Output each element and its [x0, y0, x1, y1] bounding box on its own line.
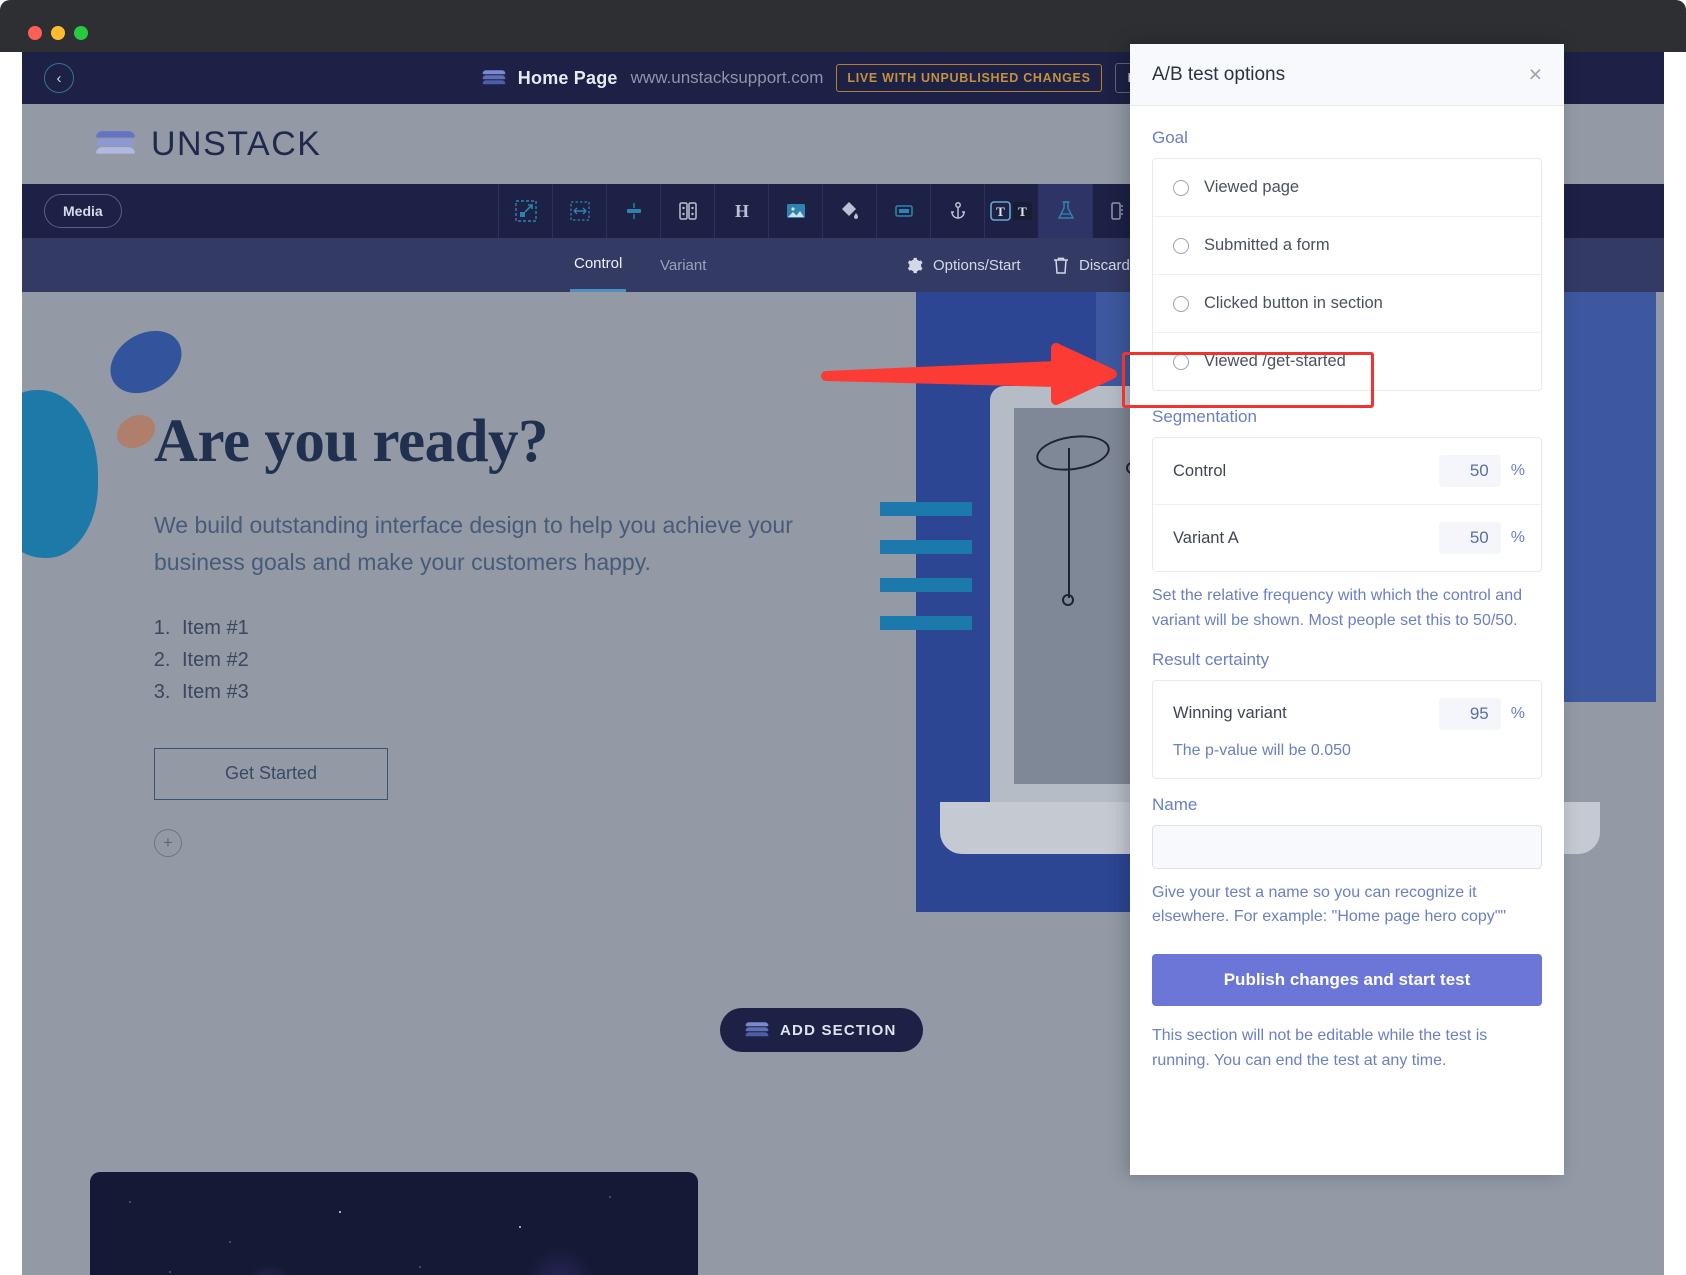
- stack-logo-icon: [97, 129, 134, 160]
- page-title: Home Page: [518, 68, 618, 89]
- stack-logo-icon: [483, 69, 505, 87]
- radio-icon[interactable]: [1173, 296, 1189, 312]
- get-started-button[interactable]: Get Started: [154, 748, 388, 800]
- svg-text:H: H: [734, 201, 748, 221]
- panel-footer-note: This section will not be editable while …: [1152, 1024, 1542, 1074]
- goal-option-clicked-button[interactable]: Clicked button in section: [1153, 275, 1541, 333]
- tab-control[interactable]: Control: [570, 238, 626, 292]
- segmentation-row-variant-a: Variant A %: [1153, 505, 1541, 571]
- media-button[interactable]: Media: [44, 194, 122, 228]
- hero-title: Are you ready?: [154, 407, 794, 477]
- button-icon[interactable]: [876, 184, 930, 238]
- site-logo: UNSTACK: [97, 125, 321, 164]
- decorative-blob: [99, 318, 193, 406]
- list-item: Item #1: [176, 612, 794, 644]
- goal-option-label: Viewed /get-started: [1204, 352, 1346, 371]
- segmentation-card: Control % Variant A %: [1152, 437, 1542, 572]
- image-icon[interactable]: [768, 184, 822, 238]
- plus-circle-icon[interactable]: +: [154, 829, 182, 857]
- add-section-label: ADD SECTION: [780, 1022, 897, 1039]
- panel-header: A/B test options ×: [1130, 44, 1564, 106]
- goal-option-label: Submitted a form: [1204, 236, 1330, 255]
- discard-label: Discard: [1079, 257, 1130, 274]
- options-start-button[interactable]: Options/Start: [905, 238, 1021, 292]
- segmentation-help-text: Set the relative frequency with which th…: [1152, 584, 1542, 634]
- heading-icon[interactable]: H: [714, 184, 768, 238]
- hero-subtitle: We build outstanding interface design to…: [154, 507, 794, 582]
- ab-test-options-panel: A/B test options × Goal Viewed page Subm…: [1130, 44, 1564, 1175]
- winning-variant-row: Winning variant %: [1173, 681, 1525, 730]
- decorative-blob: [22, 390, 98, 558]
- radio-icon[interactable]: [1173, 238, 1189, 254]
- panel-body: Goal Viewed page Submitted a form Clicke…: [1130, 106, 1564, 1074]
- radio-icon[interactable]: [1173, 354, 1189, 370]
- percent-symbol: %: [1511, 705, 1525, 723]
- segmentation-row-label: Variant A: [1173, 529, 1239, 548]
- test-name-input[interactable]: [1152, 825, 1542, 869]
- svg-text:T: T: [996, 204, 1005, 219]
- goal-option-viewed-page[interactable]: Viewed page: [1153, 159, 1541, 217]
- name-label: Name: [1152, 795, 1542, 815]
- goal-options-card: Viewed page Submitted a form Clicked but…: [1152, 158, 1542, 391]
- status-badge: LIVE WITH UNPUBLISHED CHANGES: [836, 64, 1101, 92]
- trash-icon: [1052, 256, 1070, 275]
- result-certainty-card: Winning variant % The p-value will be 0.…: [1152, 680, 1542, 779]
- close-window-button[interactable]: [28, 26, 42, 40]
- list-item: Item #2: [176, 644, 794, 676]
- segmentation-label: Segmentation: [1152, 407, 1542, 427]
- percent-symbol: %: [1511, 529, 1525, 547]
- anchor-icon[interactable]: [930, 184, 984, 238]
- goal-option-submitted-form[interactable]: Submitted a form: [1153, 217, 1541, 275]
- ab-test-flask-icon[interactable]: [1038, 184, 1092, 238]
- options-start-label: Options/Start: [933, 257, 1021, 274]
- page-url: www.unstacksupport.com: [631, 68, 824, 88]
- resize-section-icon[interactable]: [498, 184, 552, 238]
- name-help-text: Give your test a name so you can recogni…: [1152, 881, 1542, 931]
- goal-option-viewed-get-started[interactable]: Viewed /get-started: [1153, 333, 1541, 390]
- radio-icon[interactable]: [1173, 180, 1189, 196]
- red-arrow-annotation: [820, 330, 1120, 410]
- winning-variant-percent-input[interactable]: [1439, 698, 1501, 730]
- publish-and-start-test-button[interactable]: Publish changes and start test: [1152, 954, 1542, 1006]
- add-section-button[interactable]: ADD SECTION: [720, 1008, 923, 1052]
- goal-option-label: Clicked button in section: [1204, 294, 1383, 313]
- percent-symbol: %: [1511, 462, 1525, 480]
- toolbar-icon-group: H TT: [498, 184, 1146, 238]
- columns-icon[interactable]: [660, 184, 714, 238]
- maximize-window-button[interactable]: [74, 26, 88, 40]
- brand-name: UNSTACK: [151, 125, 321, 164]
- app-window: ‹ Home Page www.unstacksupport.com LIVE …: [0, 0, 1686, 1275]
- minimize-window-button[interactable]: [51, 26, 65, 40]
- segmentation-row-control: Control %: [1153, 438, 1541, 505]
- divider-icon[interactable]: [606, 184, 660, 238]
- gear-icon: [905, 256, 924, 275]
- svg-text:T: T: [1018, 204, 1027, 219]
- winning-variant-label: Winning variant: [1173, 704, 1287, 723]
- goal-option-label: Viewed page: [1204, 178, 1299, 197]
- tab-variant[interactable]: Variant: [656, 238, 710, 292]
- section-width-icon[interactable]: [552, 184, 606, 238]
- text-style-icon[interactable]: TT: [984, 184, 1038, 238]
- p-value-note: The p-value will be 0.050: [1173, 730, 1525, 778]
- goal-label: Goal: [1152, 128, 1542, 148]
- close-icon[interactable]: ×: [1529, 63, 1542, 86]
- next-section-preview: [90, 1172, 698, 1275]
- window-traffic-lights: [28, 26, 88, 40]
- list-item: Item #3: [176, 676, 794, 708]
- discard-button[interactable]: Discard: [1052, 238, 1130, 292]
- variant-a-percent-input[interactable]: [1439, 522, 1501, 554]
- result-certainty-label: Result certainty: [1152, 650, 1542, 670]
- hero-content: Are you ready? We build outstanding inte…: [154, 407, 794, 857]
- fill-color-icon[interactable]: [822, 184, 876, 238]
- hero-list: Item #1 Item #2 Item #3: [176, 612, 794, 708]
- panel-title: A/B test options: [1152, 64, 1285, 86]
- segmentation-row-label: Control: [1173, 462, 1226, 481]
- control-percent-input[interactable]: [1439, 455, 1501, 487]
- stack-logo-icon: [746, 1021, 768, 1039]
